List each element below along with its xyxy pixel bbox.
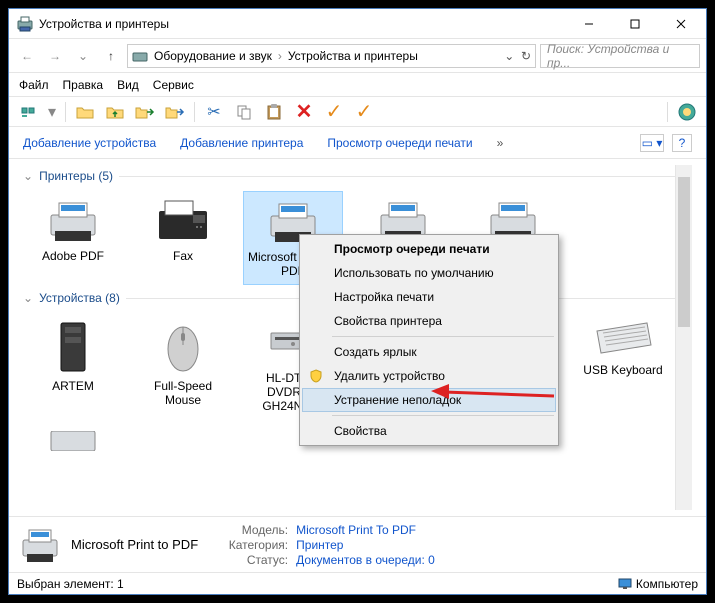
section-printers[interactable]: ⌄ Принтеры (5) xyxy=(23,169,675,183)
details-title: Microsoft Print to PDF xyxy=(71,537,198,552)
search-input[interactable]: Поиск: Устройства и пр... xyxy=(540,44,700,68)
devices-icon xyxy=(132,48,148,64)
printer-item-fax[interactable]: Fax xyxy=(133,191,233,285)
status-bar: Выбран элемент: 1 Компьютер xyxy=(9,572,706,594)
copy-to-icon[interactable] xyxy=(164,101,186,123)
cmd-add-device[interactable]: Добавление устройства xyxy=(23,136,156,150)
extra-tool-icon[interactable] xyxy=(676,101,698,123)
forward-button[interactable]: → xyxy=(43,44,67,68)
menu-file[interactable]: Файл xyxy=(19,78,49,92)
back-button[interactable]: ← xyxy=(15,44,39,68)
section-printers-title: Принтеры (5) xyxy=(39,169,113,183)
navigation-bar: ← → ⌄ ↑ Оборудование и звук › Устройства… xyxy=(9,39,706,73)
ctx-troubleshoot[interactable]: Устранение неполадок xyxy=(302,388,556,412)
toolbar: ▾ ✂ ✕ ✓ ✓ xyxy=(9,97,706,127)
address-bar[interactable]: Оборудование и звук › Устройства и принт… xyxy=(127,44,536,68)
ctx-print-setup[interactable]: Настройка печати xyxy=(302,285,556,309)
cmd-view-queue[interactable]: Просмотр очереди печати xyxy=(327,136,472,150)
device-item-mouse[interactable]: Full-Speed Mouse xyxy=(133,313,233,419)
close-button[interactable] xyxy=(658,9,704,39)
context-menu: Просмотр очереди печати Использовать по … xyxy=(299,234,559,446)
device-item-keyboard[interactable]: USB Keyboard xyxy=(573,313,673,419)
minimize-button[interactable] xyxy=(566,9,612,39)
devices-printers-icon xyxy=(17,16,33,32)
organize-icon[interactable] xyxy=(17,101,39,123)
ctx-properties[interactable]: Свойства xyxy=(302,419,556,443)
window: Устройства и принтеры ← → ⌄ ↑ Оборудован… xyxy=(8,8,707,595)
cut-icon[interactable]: ✂ xyxy=(203,101,225,123)
computer-icon xyxy=(618,578,632,590)
chevron-down-icon: ⌄ xyxy=(23,169,33,183)
breadcrumb-devices[interactable]: Устройства и принтеры xyxy=(286,49,420,63)
ctx-printer-props[interactable]: Свойства принтера xyxy=(302,309,556,333)
up-button[interactable]: ↑ xyxy=(99,44,123,68)
details-status: Документов в очереди: 0 xyxy=(296,553,435,567)
details-model: Microsoft Print To PDF xyxy=(296,523,416,537)
item-label: Full-Speed Mouse xyxy=(135,379,231,407)
vertical-scrollbar[interactable] xyxy=(675,165,692,510)
copy-icon[interactable] xyxy=(233,101,255,123)
menu-view[interactable]: Вид xyxy=(117,78,139,92)
delete-icon[interactable]: ✕ xyxy=(293,101,315,123)
cmd-add-printer[interactable]: Добавление принтера xyxy=(180,136,303,150)
address-dropdown[interactable]: ⌄ ↻ xyxy=(504,49,531,63)
paste-icon[interactable] xyxy=(263,101,285,123)
device-item-partial[interactable] xyxy=(23,425,123,457)
details-category: Принтер xyxy=(296,538,343,552)
item-label: Adobe PDF xyxy=(25,249,121,263)
overflow-icon[interactable]: » xyxy=(497,136,504,150)
properties-icon[interactable]: ✓ xyxy=(353,101,375,123)
status-selection: Выбран элемент: 1 xyxy=(17,577,124,591)
chevron-right-icon: › xyxy=(278,49,282,63)
item-label: USB Keyboard xyxy=(575,363,671,377)
ctx-remove-device[interactable]: Удалить устройство xyxy=(302,364,556,388)
chevron-down-icon[interactable]: ▾ xyxy=(47,101,57,123)
menu-bar: Файл Правка Вид Сервис xyxy=(9,73,706,97)
recent-dropdown[interactable]: ⌄ xyxy=(71,44,95,68)
folder-icon[interactable] xyxy=(74,101,96,123)
shield-icon xyxy=(308,368,324,384)
titlebar: Устройства и принтеры xyxy=(9,9,706,39)
printer-item-adobe-pdf[interactable]: Adobe PDF xyxy=(23,191,123,285)
ctx-use-default[interactable]: Использовать по умолчанию xyxy=(302,261,556,285)
help-button[interactable]: ? xyxy=(672,134,692,152)
folder-up-icon[interactable] xyxy=(104,101,126,123)
ctx-create-shortcut[interactable]: Создать ярлык xyxy=(302,340,556,364)
section-devices-title: Устройства (8) xyxy=(39,291,120,305)
chevron-down-icon: ⌄ xyxy=(23,291,33,305)
menu-service[interactable]: Сервис xyxy=(153,78,194,92)
device-item-artem[interactable]: ARTEM xyxy=(23,313,123,419)
scrollbar-thumb[interactable] xyxy=(678,177,690,327)
item-label: ARTEM xyxy=(25,379,121,393)
move-to-icon[interactable] xyxy=(134,101,156,123)
details-pane: Microsoft Print to PDF Модель:Microsoft … xyxy=(9,516,706,572)
ctx-view-queue[interactable]: Просмотр очереди печати xyxy=(302,237,556,261)
maximize-button[interactable] xyxy=(612,9,658,39)
command-bar: Добавление устройства Добавление принтер… xyxy=(9,127,706,159)
printer-icon xyxy=(19,524,61,566)
window-title: Устройства и принтеры xyxy=(39,17,566,31)
view-options-button[interactable]: ▭ ▾ xyxy=(640,134,664,152)
menu-edit[interactable]: Правка xyxy=(63,78,104,92)
breadcrumb-hardware[interactable]: Оборудование и звук xyxy=(152,49,274,63)
status-location: Компьютер xyxy=(636,577,698,591)
item-label: Fax xyxy=(135,249,231,263)
undo-icon[interactable]: ✓ xyxy=(323,101,345,123)
